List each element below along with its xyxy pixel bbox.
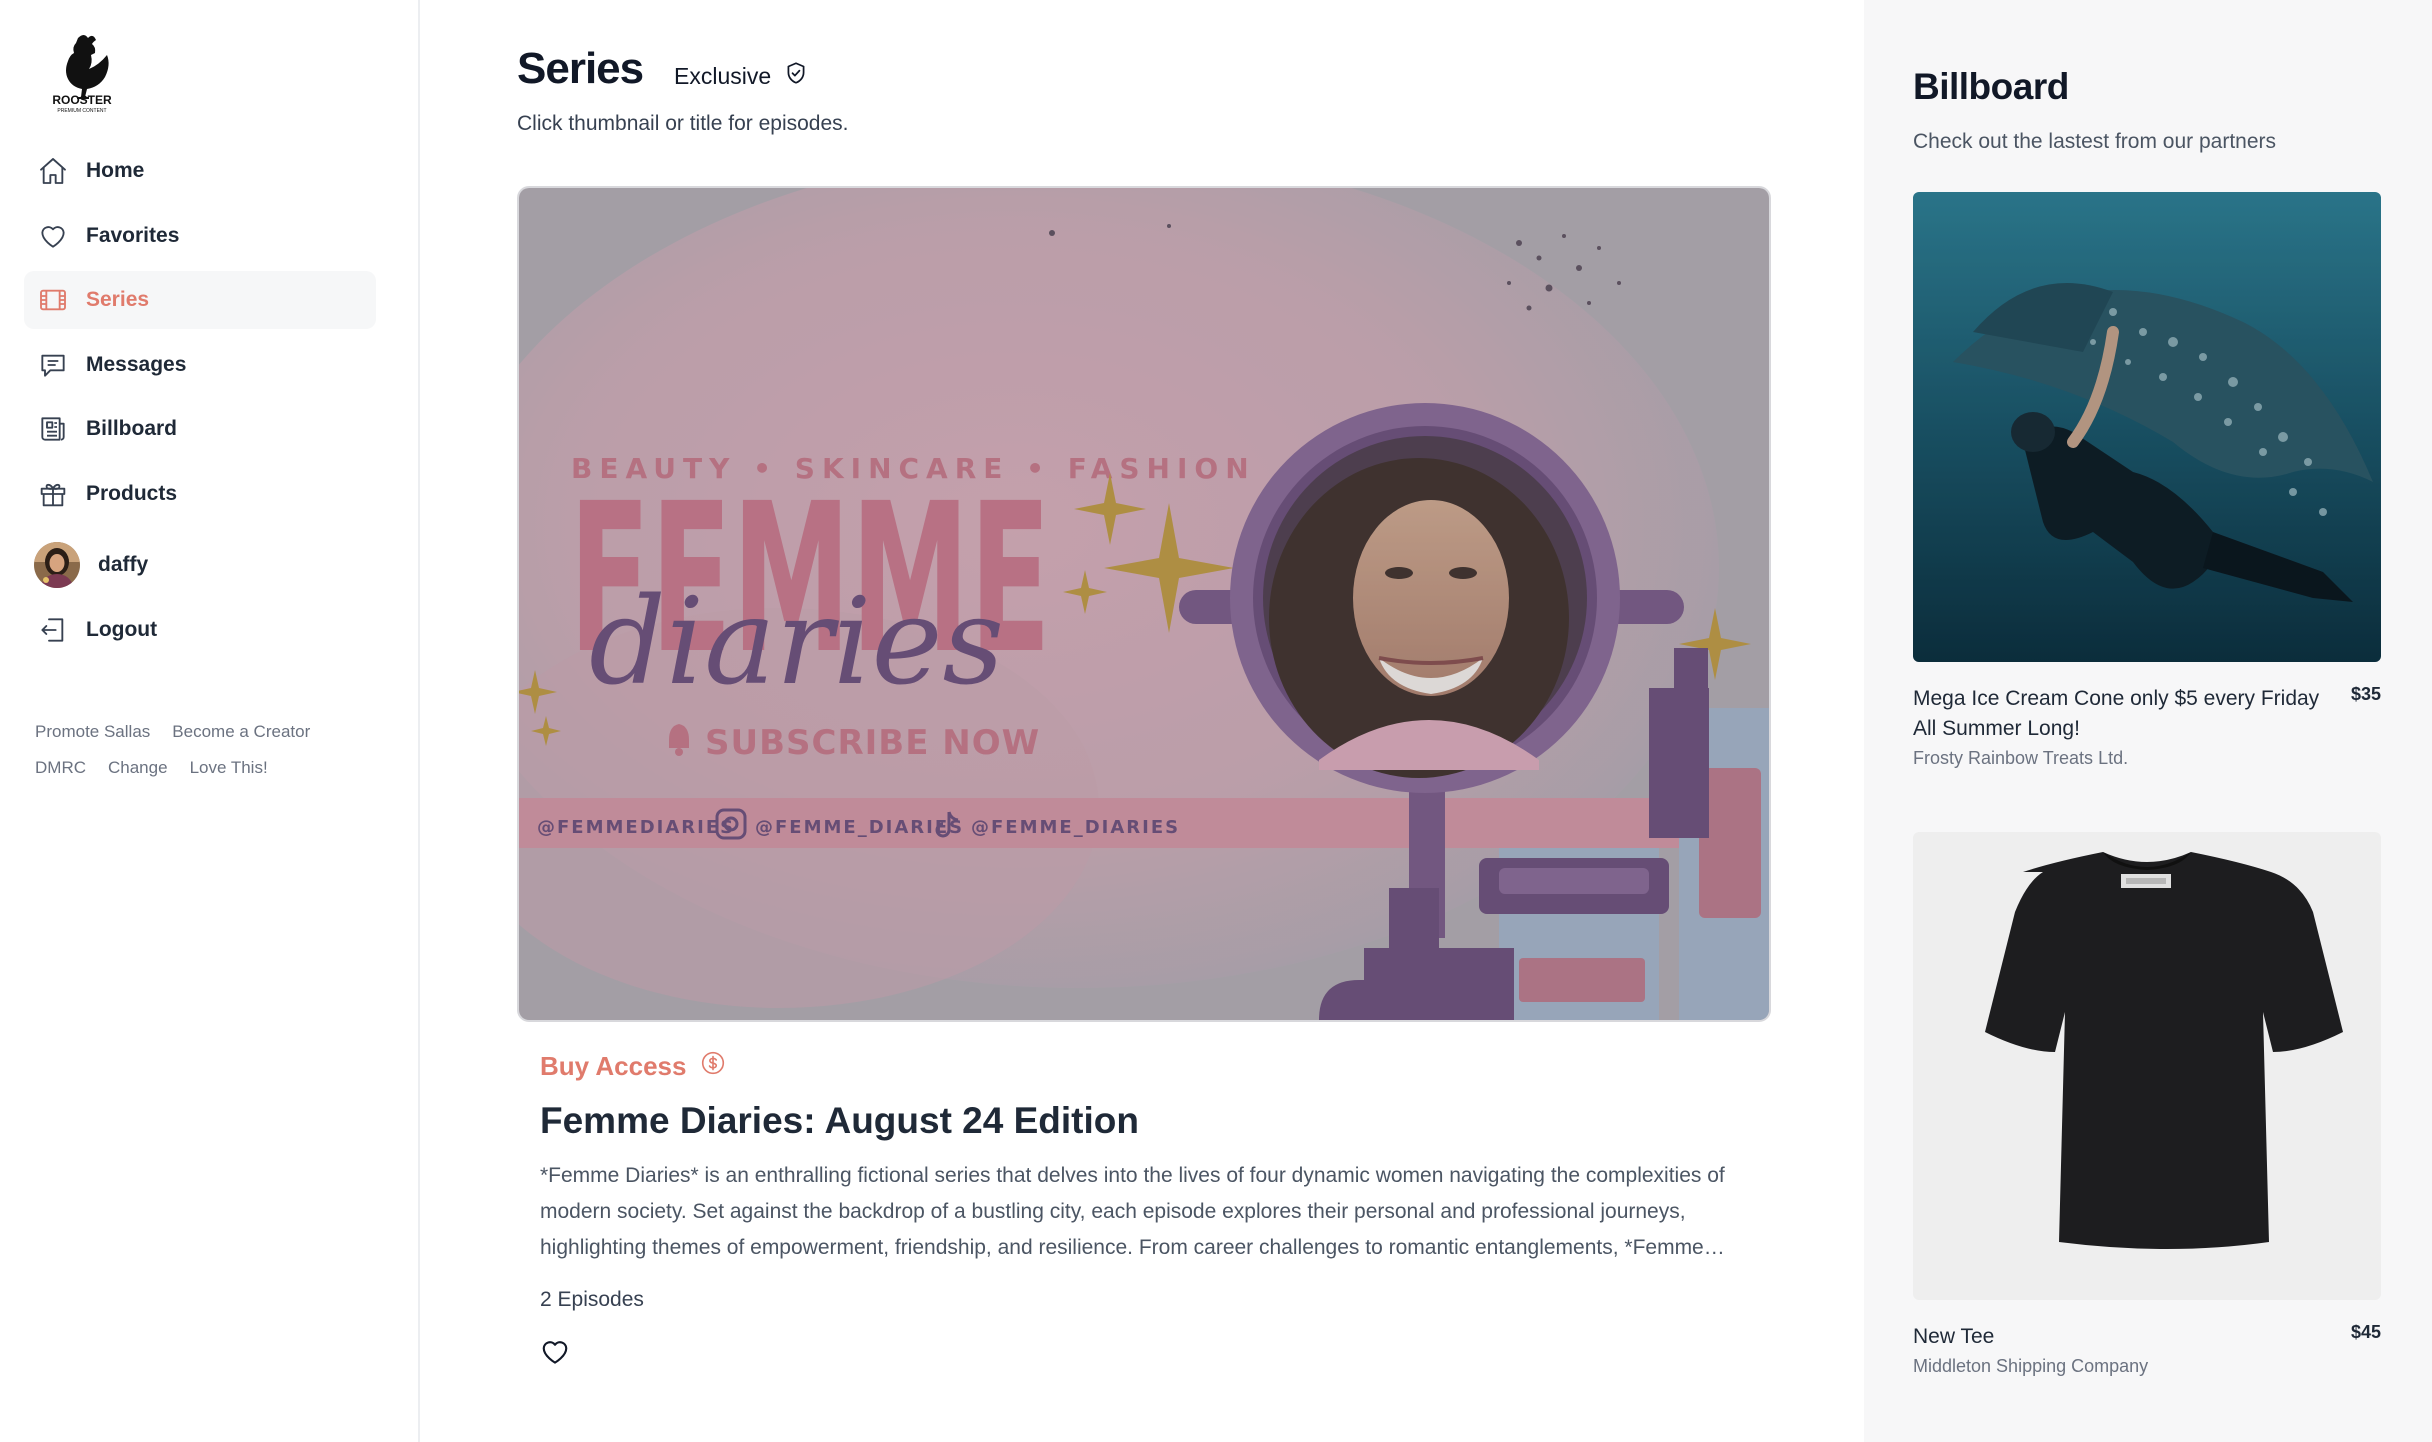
footer-link-promote[interactable]: Promote Sallas xyxy=(35,722,150,741)
ad-meta: Mega Ice Cream Cone only $5 every Friday… xyxy=(1913,684,2381,769)
footer-link-change[interactable]: Change xyxy=(108,758,168,777)
chat-icon xyxy=(36,348,70,382)
film-icon xyxy=(36,283,70,317)
nav-item-logout[interactable]: Logout xyxy=(24,601,376,659)
nav-item-profile[interactable]: daffy xyxy=(24,529,376,601)
buy-access-label: Buy Access xyxy=(540,1051,687,1081)
nav-label-logout: Logout xyxy=(86,618,158,641)
footer-link-love-this[interactable]: Love This! xyxy=(190,758,268,777)
user-name: daffy xyxy=(98,553,149,576)
ad-company: Frosty Rainbow Treats Ltd. xyxy=(1913,748,2129,768)
billboard-subtitle: Check out the lastest from our partners xyxy=(1913,130,2276,153)
ad-company: Middleton Shipping Company xyxy=(1913,1356,2149,1376)
logout-icon xyxy=(36,613,70,647)
ad-meta: New Tee $45 Middleton Shipping Company xyxy=(1913,1322,2381,1377)
billboard-ad: New Tee $45 Middleton Shipping Company xyxy=(1913,832,2381,1377)
series-main: Series Exclusive Click thumbnail or titl… xyxy=(420,0,1864,1442)
ad-price: $35 xyxy=(2350,684,2381,704)
episode-count: 2 Episodes xyxy=(540,1288,644,1311)
rooster-logo[interactable]: ROOSTER PREMIUM CONTENT xyxy=(48,32,116,116)
logo-name: ROOSTER xyxy=(52,93,112,107)
billboard-title: Billboard xyxy=(1913,66,2069,107)
nav-item-favorites[interactable]: Favorites xyxy=(24,207,376,265)
ad-image-tee[interactable] xyxy=(1913,832,2381,1300)
heart-icon xyxy=(36,219,70,253)
nav-label-products: Products xyxy=(86,481,178,505)
nav-label-series: Series xyxy=(86,288,150,311)
footer-link-dmrc[interactable]: DMRC xyxy=(35,758,86,777)
nav-label-favorites: Favorites xyxy=(86,223,180,247)
nav-item-messages[interactable]: Messages xyxy=(24,336,376,394)
nav-label-messages: Messages xyxy=(86,352,187,376)
footer-link-become-creator[interactable]: Become a Creator xyxy=(172,722,310,741)
gift-icon xyxy=(36,477,70,511)
billboard-ad: Mega Ice Cream Cone only $5 every Friday… xyxy=(1913,192,2381,769)
newspaper-icon xyxy=(36,412,70,446)
nav-item-billboard[interactable]: Billboard xyxy=(24,400,376,458)
series-title[interactable]: Femme Diaries: August 24 Edition xyxy=(540,1100,1139,1142)
main-nav: Home Favorites Series Messages Billboard xyxy=(24,142,376,666)
nav-label-home: Home xyxy=(86,159,145,182)
page-subtitle: Click thumbnail or title for episodes. xyxy=(517,112,849,135)
exclusive-badge: Exclusive xyxy=(674,60,809,92)
user-avatar xyxy=(34,542,80,588)
nav-item-home[interactable]: Home xyxy=(24,142,376,200)
page-title: Series xyxy=(517,44,644,93)
dollar-circle-icon xyxy=(700,1050,726,1083)
buy-access-button[interactable]: Buy Access xyxy=(540,1050,726,1083)
sidebar: ROOSTER PREMIUM CONTENT Home Favorites S… xyxy=(0,0,420,1442)
nav-label-billboard: Billboard xyxy=(86,417,178,440)
ad-name[interactable]: Mega Ice Cream Cone only $5 every Friday… xyxy=(1913,684,2333,744)
shield-check-icon xyxy=(783,60,809,92)
ad-image-whale-shark[interactable] xyxy=(1913,192,2381,662)
exclusive-label: Exclusive xyxy=(674,62,772,89)
billboard-panel: Billboard Check out the lastest from our… xyxy=(1864,0,2432,1442)
ad-price: $45 xyxy=(2350,1322,2381,1342)
series-thumbnail[interactable]: BEAUTY • SKINCARE • FASHION FEMME diarie… xyxy=(517,186,1771,1022)
favorite-heart-icon[interactable] xyxy=(540,1338,572,1368)
logo-tagline: PREMIUM CONTENT xyxy=(57,108,106,114)
series-description: *Femme Diaries* is an enthralling fictio… xyxy=(540,1164,1725,1259)
nav-item-series[interactable]: Series xyxy=(24,271,376,329)
footer-links: Promote Sallas Become a Creator DMRC Chang… xyxy=(35,714,365,786)
ad-name[interactable]: New Tee xyxy=(1913,1322,2333,1352)
home-icon xyxy=(36,154,70,188)
nav-item-products[interactable]: Products xyxy=(24,465,376,523)
